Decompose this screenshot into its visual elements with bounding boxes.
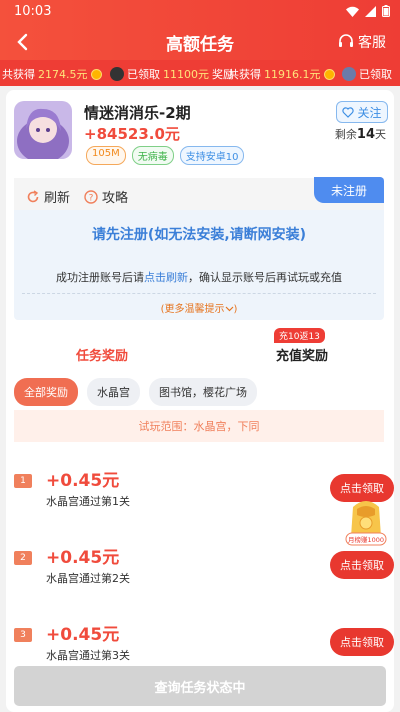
register-panel: 刷新 ? 攻略 未注册 请先注册(如无法安装,请断网安装) 成功注册账号后请点击… <box>14 177 384 320</box>
ticker-amount: 11916.1元 <box>264 68 321 81</box>
task-amount: +0.45元 <box>46 471 120 491</box>
refresh-icon <box>27 189 39 202</box>
trial-range-note: 试玩范围：水晶宫，下同 <box>14 410 384 442</box>
recharge-promo-badge: 充10返13 <box>274 328 325 343</box>
task-number: 3 <box>14 628 32 642</box>
nav-bar: 高额任务 客服 <box>0 24 400 60</box>
register-hint: 成功注册账号后请点击刷新，确认显示账号后再试玩或充值 <box>14 269 384 285</box>
task-card: 情迷消消乐-2期 +84523.0元 105M 无病毒 支持安卓10 关注 剩余… <box>6 90 394 712</box>
game-tags: 105M 无病毒 支持安卓10 <box>86 146 245 165</box>
gift-label: 月榜赚1000 <box>348 535 384 544</box>
task-amount: +0.45元 <box>46 625 120 645</box>
game-total-reward: +84523.0元 <box>84 125 180 143</box>
remaining-days: 剩余14天 <box>335 126 386 142</box>
ticker-amount: 11100元 <box>163 68 209 81</box>
task-description: 水晶宫通过第2关 <box>46 572 130 585</box>
ticker-item: 已领取 <box>342 66 392 82</box>
guide-label: 攻略 <box>102 191 129 206</box>
status-icons <box>346 5 390 17</box>
game-icon <box>14 101 72 159</box>
gift-bag-icon: 月榜赚1000 <box>345 501 387 546</box>
chevron-down-icon <box>225 306 233 312</box>
follow-button[interactable]: 关注 <box>336 101 388 123</box>
coin-icon <box>90 68 102 80</box>
ticker-prefix: 已领取 <box>359 68 392 81</box>
remain-days-value: 14 <box>356 127 375 142</box>
guide-button[interactable]: ? 攻略 <box>84 187 128 206</box>
task-description: 水晶宫通过第3关 <box>46 649 130 662</box>
wifi-icon <box>346 6 359 17</box>
user-avatar <box>342 67 356 81</box>
ticker-prefix: 已领取 <box>127 68 160 81</box>
svg-text:?: ? <box>89 193 94 203</box>
more-tips-label: (更多温馨提示 <box>160 304 225 315</box>
ticker-item: 共获得 11916.1元 <box>228 66 335 82</box>
user-avatar <box>110 67 124 81</box>
coin-icon <box>323 68 335 80</box>
chip-crystal-palace[interactable]: 水晶宫 <box>87 378 140 406</box>
tab-recharge-rewards[interactable]: 充值奖励 <box>276 345 328 364</box>
divider <box>22 293 376 294</box>
service-label: 客服 <box>358 35 386 51</box>
gift-float-button[interactable]: 月榜赚1000 <box>345 493 387 547</box>
task-row: 1 +0.45元 水晶宫通过第1关 点击领取 <box>14 466 394 526</box>
tag-safe: 无病毒 <box>131 146 174 165</box>
tag-android: 支持安卓10 <box>179 146 245 165</box>
click-refresh-link[interactable]: 点击刷新 <box>144 271 188 284</box>
follow-label: 关注 <box>357 105 382 120</box>
remain-suffix: 天 <box>375 128 386 141</box>
chip-all-rewards[interactable]: 全部奖励 <box>14 378 78 406</box>
task-row: 2 +0.45元 水晶宫通过第2关 点击领取 <box>14 543 394 603</box>
remain-prefix: 剩余 <box>334 128 357 141</box>
status-bar: 10:03 <box>0 0 400 22</box>
status-time: 10:03 <box>14 4 52 19</box>
register-status-flag: 未注册 <box>314 177 384 203</box>
claim-button[interactable]: 点击领取 <box>330 551 394 579</box>
top-header: 10:03 高额任务 客服 <box>0 0 400 60</box>
task-number: 2 <box>14 551 32 565</box>
task-description: 水晶宫通过第1关 <box>46 495 130 508</box>
signal-icon <box>365 5 376 17</box>
ticker-prefix: 共获得 <box>228 68 261 81</box>
battery-icon <box>382 5 390 17</box>
question-icon: ? <box>84 189 98 204</box>
headset-icon <box>339 34 353 47</box>
heart-plus-icon <box>342 106 355 118</box>
chip-library-sakura[interactable]: 图书馆，樱花广场 <box>149 378 257 406</box>
ticker-amount: 2174.5元 <box>38 68 88 81</box>
ticker-prefix: 共获得 <box>2 68 35 81</box>
query-status-button[interactable]: 查询任务状态中 <box>14 666 386 706</box>
ticker-item: 共获得 2174.5元 <box>2 66 102 82</box>
tab-task-rewards[interactable]: 任务奖励 <box>76 345 128 364</box>
more-tips-toggle[interactable]: (更多温馨提示) <box>14 300 384 315</box>
refresh-label: 刷新 <box>44 191 71 206</box>
refresh-button[interactable]: 刷新 <box>26 187 70 206</box>
more-tips-close-paren: ) <box>233 304 238 315</box>
claim-button[interactable]: 点击领取 <box>330 628 394 656</box>
customer-service-button[interactable]: 客服 <box>338 32 386 52</box>
hint-text-post: ，确认显示账号后再试玩或充值 <box>188 271 342 284</box>
filter-chips: 全部奖励 水晶宫 图书馆，樱花广场 <box>14 378 257 406</box>
reward-ticker: 共获得 2174.5元 已领取 11100元 奖励 共获得 11916.1元 已… <box>0 60 400 86</box>
game-name: 情迷消消乐-2期 <box>84 104 191 122</box>
task-number: 1 <box>14 474 32 488</box>
register-prompt[interactable]: 请先注册(如无法安装,请断网安装) <box>14 224 384 244</box>
task-amount: +0.45元 <box>46 548 120 568</box>
hint-text-pre: 成功注册账号后请 <box>56 271 144 284</box>
ticker-item: 已领取 11100元 奖励 <box>110 66 234 82</box>
tag-size: 105M <box>86 146 126 165</box>
